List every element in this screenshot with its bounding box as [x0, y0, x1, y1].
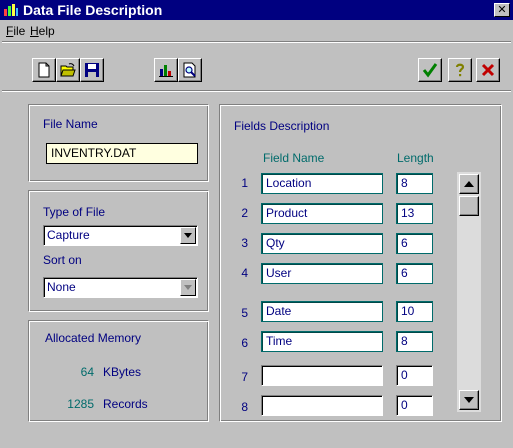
- menu-bar: File Help: [0, 22, 513, 40]
- new-file-button[interactable]: [32, 58, 56, 82]
- chevron-down-icon: [184, 233, 192, 238]
- memory-kbytes-value: 64: [80, 365, 94, 379]
- sort-on-select[interactable]: None: [43, 277, 198, 298]
- chevron-down-icon: [184, 285, 192, 290]
- field-name-input[interactable]: [261, 365, 383, 386]
- allocated-memory-group: Allocated Memory 64 KBytes 1285 Records: [28, 320, 209, 422]
- toolbar-separator: [2, 90, 511, 92]
- open-folder-icon: [60, 63, 76, 77]
- row-number: 2: [241, 206, 248, 220]
- file-name-group: File Name INVENTRY.DAT: [28, 104, 209, 182]
- fields-description-label: Fields Description: [234, 119, 330, 133]
- type-of-file-value: Capture: [47, 228, 90, 242]
- field-length-input[interactable]: 13: [396, 203, 433, 224]
- field-length-input[interactable]: 0: [396, 395, 433, 416]
- menu-file-rest: ile: [13, 24, 26, 38]
- menu-separator: [2, 41, 511, 43]
- length-column-header: Length: [397, 151, 434, 165]
- scroll-down-button[interactable]: [459, 390, 479, 410]
- open-file-button[interactable]: [56, 58, 80, 82]
- allocated-memory-label: Allocated Memory: [45, 331, 142, 345]
- field-name-input[interactable]: Location: [261, 173, 383, 194]
- title-bar[interactable]: Data File Description ✕: [0, 0, 513, 20]
- close-icon: ✕: [497, 4, 507, 16]
- chevron-up-icon: [464, 181, 474, 187]
- window-title: Data File Description: [23, 2, 163, 18]
- close-button[interactable]: ✕: [494, 3, 510, 17]
- field-length-input[interactable]: 8: [396, 173, 433, 194]
- chart-button[interactable]: [154, 58, 178, 82]
- question-mark-icon: [455, 63, 465, 77]
- scroll-thumb[interactable]: [459, 196, 479, 216]
- row-number: 5: [241, 306, 248, 320]
- field-length-input[interactable]: 8: [396, 331, 433, 352]
- data-file-description-window: Data File Description ✕ File Help File N…: [0, 0, 513, 448]
- ok-button[interactable]: [418, 58, 442, 82]
- field-name-input[interactable]: Date: [261, 301, 383, 322]
- memory-records-unit: Records: [103, 397, 148, 411]
- help-button[interactable]: [448, 58, 472, 82]
- cancel-button[interactable]: [476, 58, 500, 82]
- row-number: 3: [241, 236, 248, 250]
- field-name-input[interactable]: [261, 395, 383, 416]
- menu-help-rest: elp: [38, 24, 55, 38]
- field-length-input[interactable]: 6: [396, 233, 433, 254]
- file-name-label: File Name: [43, 117, 98, 131]
- x-icon: [481, 63, 495, 77]
- sort-on-label: Sort on: [43, 253, 82, 267]
- type-of-file-group: Type of File Capture Sort on None: [28, 190, 209, 312]
- preview-button[interactable]: [178, 58, 202, 82]
- field-name-input[interactable]: User: [261, 263, 383, 284]
- memory-kbytes-unit: KBytes: [103, 365, 142, 379]
- type-of-file-label: Type of File: [43, 205, 106, 219]
- sort-on-value: None: [47, 280, 76, 294]
- menu-file[interactable]: File: [6, 22, 25, 40]
- type-of-file-select[interactable]: Capture: [43, 225, 198, 246]
- row-number: 1: [241, 176, 248, 190]
- preview-magnifier-icon: [183, 62, 196, 78]
- scroll-up-button[interactable]: [459, 174, 479, 194]
- app-icon: [4, 4, 18, 16]
- row-number: 7: [241, 370, 248, 384]
- new-file-icon: [38, 62, 50, 78]
- memory-records-value: 1285: [67, 397, 94, 411]
- type-of-file-dropdown-button[interactable]: [180, 227, 196, 244]
- field-name-input[interactable]: Qty: [261, 233, 383, 254]
- bar-chart-icon: [159, 65, 173, 77]
- menu-help-accel: H: [30, 24, 39, 38]
- file-name-field[interactable]: INVENTRY.DAT: [46, 143, 198, 164]
- field-length-input[interactable]: 6: [396, 263, 433, 284]
- row-number: 6: [241, 336, 248, 350]
- menu-help[interactable]: Help: [30, 22, 55, 40]
- field-length-input[interactable]: 10: [396, 301, 433, 322]
- save-disk-icon: [85, 63, 99, 77]
- field-length-input[interactable]: 0: [396, 365, 433, 386]
- row-number: 4: [241, 266, 248, 280]
- chevron-down-icon: [464, 397, 474, 403]
- field-name-input[interactable]: Product: [261, 203, 383, 224]
- field-name-input[interactable]: Time: [261, 331, 383, 352]
- row-number: 8: [241, 400, 248, 414]
- field-name-column-header: Field Name: [263, 151, 325, 165]
- sort-on-dropdown-button[interactable]: [180, 279, 196, 296]
- save-file-button[interactable]: [80, 58, 104, 82]
- checkmark-icon: [422, 63, 438, 78]
- fields-scrollbar[interactable]: [457, 172, 481, 412]
